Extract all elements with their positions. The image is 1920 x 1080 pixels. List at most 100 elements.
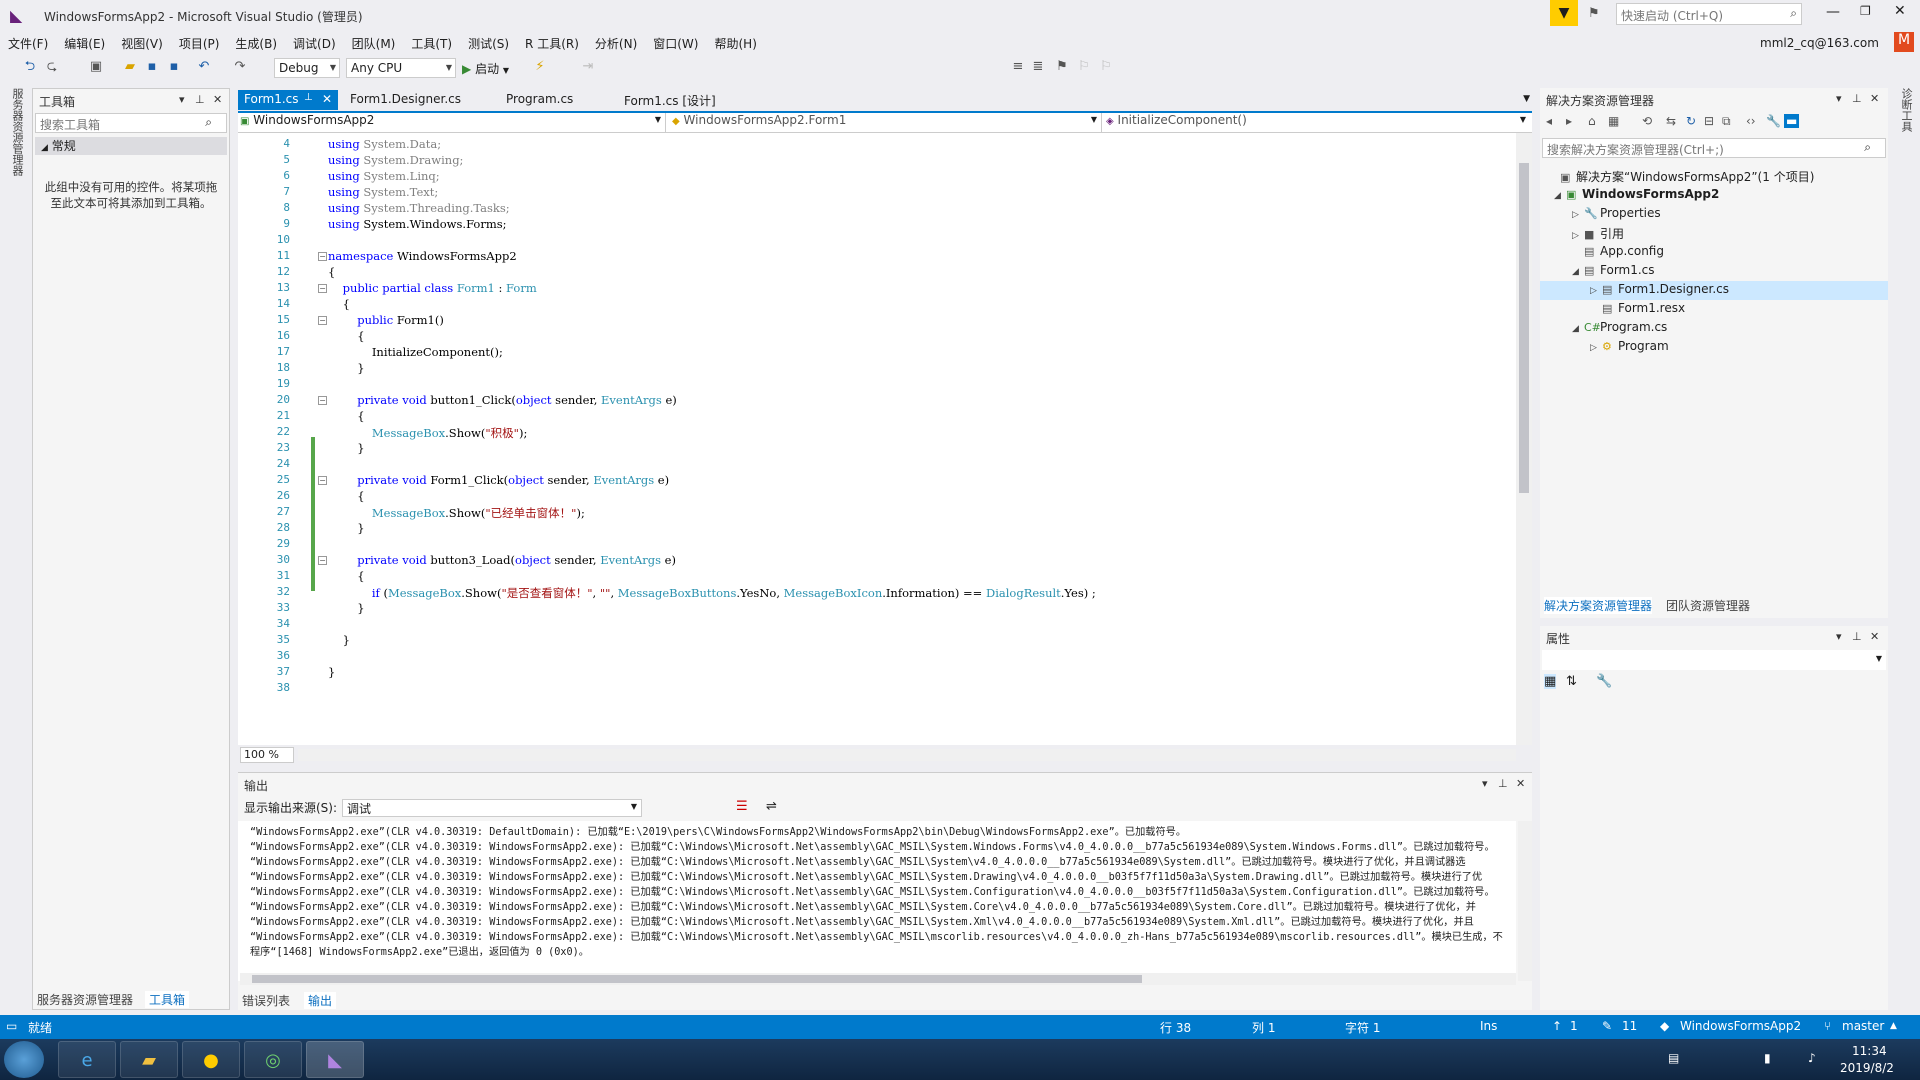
- menu-file[interactable]: 文件(F): [0, 32, 56, 55]
- pin-icon[interactable]: ⊥: [1498, 777, 1508, 790]
- tab-output[interactable]: 输出: [304, 992, 337, 1009]
- server-explorer-vertical-tab[interactable]: 服务器资源管理器: [9, 88, 25, 176]
- save-icon[interactable]: ▪: [144, 59, 160, 75]
- zoom-select[interactable]: 100 %: [240, 747, 294, 763]
- code-line[interactable]: private void button1_Click(object sender…: [328, 393, 677, 407]
- explorer-icon[interactable]: ▰: [120, 1041, 178, 1078]
- back-icon[interactable]: ◂: [1546, 114, 1552, 128]
- pin-icon[interactable]: ⊥: [304, 92, 313, 103]
- menu-view[interactable]: 视图(V): [113, 32, 171, 55]
- tab-overflow-icon[interactable]: ▼: [1523, 94, 1530, 104]
- tab-solution-explorer[interactable]: 解决方案资源管理器: [1544, 597, 1653, 614]
- show-all-files-icon[interactable]: ⧉: [1722, 114, 1731, 129]
- scrollbar-thumb[interactable]: [1519, 163, 1529, 493]
- code-line[interactable]: public Form1(): [328, 313, 444, 327]
- vertical-scrollbar[interactable]: [1516, 133, 1532, 745]
- menu-project[interactable]: 项目(P): [171, 32, 228, 55]
- tray-keyboard-icon[interactable]: ▤: [1668, 1051, 1679, 1065]
- chevron-down-icon[interactable]: ▾: [1482, 777, 1488, 790]
- class-dropdown[interactable]: ◆ WindowsFormsApp2.Form1 ▼: [672, 113, 1102, 132]
- chevron-up-icon[interactable]: ▲: [1890, 1021, 1897, 1031]
- code-line[interactable]: MessageBox.Show("积极");: [328, 425, 527, 441]
- status-unpushed-commits[interactable]: 1: [1570, 1019, 1578, 1033]
- code-line[interactable]: private void button3_Load(object sender,…: [328, 553, 676, 567]
- pin-icon[interactable]: ⊥: [1852, 630, 1862, 643]
- chevron-down-icon[interactable]: ▾: [179, 93, 185, 106]
- refresh-icon[interactable]: ↻: [1686, 114, 1696, 128]
- collapse-toggle-icon[interactable]: −: [318, 284, 327, 293]
- collapsed-arrow-icon[interactable]: ▷: [1590, 343, 1602, 353]
- menu-window[interactable]: 窗口(W): [645, 32, 706, 55]
- tree-item-references[interactable]: ▷ ■ 引用: [1572, 225, 1624, 242]
- member-dropdown[interactable]: ◈ InitializeComponent() ▼: [1106, 113, 1530, 132]
- tray-network-icon[interactable]: ▮: [1764, 1051, 1771, 1065]
- prev-bookmark-icon[interactable]: ⚐: [1076, 59, 1092, 75]
- minimize-button[interactable]: —: [1826, 4, 1840, 20]
- tab-error-list[interactable]: 错误列表: [242, 992, 290, 1009]
- code-line[interactable]: MessageBox.Show("已经单击窗体！");: [328, 505, 585, 521]
- code-line[interactable]: using System.Threading.Tasks;: [328, 201, 510, 215]
- code-line[interactable]: if (MessageBox.Show("是否查看窗体！", "", Messa…: [328, 585, 1096, 601]
- code-line[interactable]: }: [328, 441, 364, 455]
- code-editor[interactable]: 4 using System.Data; 5 using System.Drawing…: [238, 133, 1532, 763]
- collapse-toggle-icon[interactable]: −: [318, 396, 327, 405]
- code-line[interactable]: public partial class Form1 : Form: [328, 281, 537, 295]
- alphabetical-icon[interactable]: ⇅: [1566, 674, 1577, 689]
- tree-item-form1-resx[interactable]: ▤ Form1.resx: [1590, 301, 1685, 315]
- scrollbar-thumb[interactable]: [252, 975, 1142, 983]
- property-pages-icon[interactable]: 🔧: [1596, 674, 1612, 689]
- tab-server-explorer[interactable]: 服务器资源管理器: [37, 991, 133, 1008]
- output-source-select[interactable]: 调试 ▼: [342, 799, 642, 817]
- expanded-arrow-icon[interactable]: ◢: [1572, 324, 1584, 334]
- code-line[interactable]: InitializeComponent();: [328, 345, 503, 359]
- tab-toolbox[interactable]: 工具箱: [145, 991, 190, 1008]
- home-icon[interactable]: ⌂: [1588, 114, 1596, 128]
- collapsed-arrow-icon[interactable]: ▷: [1572, 210, 1584, 220]
- code-line[interactable]: {: [328, 569, 364, 583]
- collapsed-arrow-icon[interactable]: ▷: [1572, 231, 1584, 241]
- properties-object-select[interactable]: ▼: [1542, 650, 1886, 670]
- chevron-down-icon[interactable]: ▾: [1836, 92, 1842, 105]
- menu-build[interactable]: 生成(B): [227, 32, 285, 55]
- code-line[interactable]: {: [328, 489, 364, 503]
- output-horizontal-scrollbar[interactable]: [240, 973, 1516, 985]
- account-avatar[interactable]: M: [1894, 32, 1914, 52]
- open-file-icon[interactable]: ▰: [122, 59, 138, 75]
- word-wrap-icon[interactable]: ⇌: [766, 799, 777, 814]
- start-debug-button[interactable]: ▶ 启动 ▼: [462, 60, 509, 77]
- project-dropdown[interactable]: ▣ WindowsFormsApp2 ▼: [240, 113, 666, 132]
- collapse-all-icon[interactable]: ⊟: [1704, 114, 1714, 128]
- code-line[interactable]: {: [328, 297, 350, 311]
- menu-test[interactable]: 测试(S): [460, 32, 517, 55]
- start-button[interactable]: [4, 1041, 44, 1078]
- app-emblem-icon[interactable]: ●: [182, 1041, 240, 1078]
- code-line[interactable]: {: [328, 409, 364, 423]
- collapse-toggle-icon[interactable]: −: [318, 316, 327, 325]
- taskbar-time[interactable]: 11:34: [1852, 1044, 1887, 1058]
- maximize-button[interactable]: ❐: [1860, 4, 1871, 18]
- tree-item-solution[interactable]: ▣ 解决方案“WindowsFormsApp2”(1 个项目): [1548, 168, 1814, 185]
- visual-studio-taskbar-icon[interactable]: ◣: [306, 1041, 364, 1078]
- back-icon[interactable]: ⮌: [22, 59, 38, 75]
- status-repository[interactable]: WindowsFormsApp2: [1680, 1019, 1801, 1033]
- tab-program-cs[interactable]: Program.cs: [500, 90, 579, 110]
- account-name[interactable]: mml2_cq@163.com: [1760, 36, 1879, 50]
- menu-debug[interactable]: 调试(D): [285, 32, 344, 55]
- comment-icon[interactable]: ≡: [1010, 59, 1026, 75]
- output-text[interactable]: “WindowsFormsApp2.exe”(CLR v4.0.30319: D…: [238, 821, 1516, 981]
- platform-select[interactable]: Any CPU ▼: [346, 58, 456, 78]
- close-button[interactable]: ✕: [1894, 3, 1906, 19]
- browser-link-icon[interactable]: ⚡: [532, 59, 548, 75]
- uncomment-icon[interactable]: ≣: [1030, 59, 1046, 75]
- tree-item-properties[interactable]: ▷ 🔧 Properties: [1572, 206, 1661, 220]
- menu-tools[interactable]: 工具(T): [403, 32, 460, 55]
- close-icon[interactable]: ✕: [1870, 92, 1879, 105]
- forward-icon[interactable]: ⮎: [44, 59, 60, 75]
- code-line[interactable]: {: [328, 329, 364, 343]
- code-line[interactable]: }: [328, 361, 364, 375]
- status-pending-changes[interactable]: 11: [1622, 1019, 1637, 1033]
- tab-form1-cs[interactable]: Form1.cs ⊥ ✕: [238, 90, 338, 110]
- tree-item-app-config[interactable]: ▤ App.config: [1572, 244, 1664, 258]
- code-line[interactable]: private void Form1_Click(object sender, …: [328, 473, 669, 487]
- code-line[interactable]: using System.Drawing;: [328, 153, 463, 167]
